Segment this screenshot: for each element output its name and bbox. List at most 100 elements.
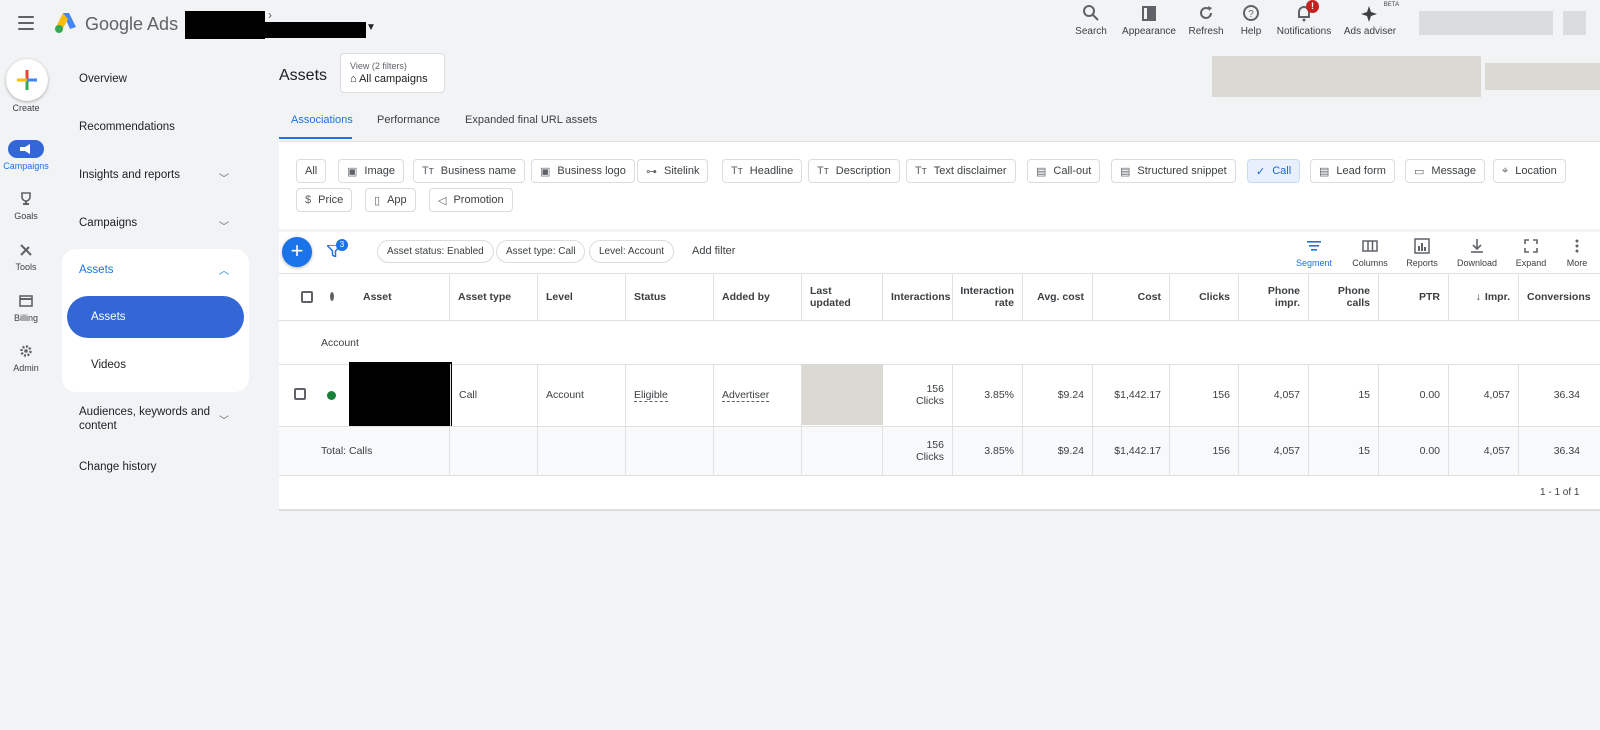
col-avg-cost-label: Avg. cost [1037, 290, 1084, 303]
chip-location[interactable]: ⌖ Location [1493, 159, 1566, 183]
nav-insights[interactable]: Insights and reports [79, 169, 180, 181]
filter-chip-asset-type[interactable]: Asset type: Call [496, 240, 586, 263]
help-button[interactable]: ? Help [1236, 4, 1266, 37]
columns-button[interactable]: Columns [1349, 238, 1391, 268]
col-avg-cost[interactable]: Avg. cost [1023, 273, 1093, 320]
search-button[interactable]: Search [1073, 4, 1109, 37]
chip-headline[interactable]: Tт Headline [722, 159, 803, 183]
filter-chip-asset-status[interactable]: Asset status: Enabled [377, 240, 494, 263]
nav-recommendations[interactable]: Recommendations [79, 121, 175, 133]
account-name-redacted[interactable] [185, 11, 265, 39]
chip-promotion[interactable]: ◁ Promotion [429, 188, 513, 212]
tab-associations[interactable]: Associations [291, 114, 353, 126]
chevron-down-icon[interactable]: ﹀ [219, 170, 229, 185]
segment-icon [1307, 241, 1321, 251]
chip-price[interactable]: $ Price [296, 188, 353, 212]
rail-admin[interactable]: Admin [0, 342, 52, 373]
col-asset[interactable]: Asset [355, 273, 450, 320]
col-conversions[interactable]: Conversions [1519, 273, 1600, 320]
col-ptr[interactable]: PTR [1379, 273, 1449, 320]
chip-sitelink[interactable]: ⊶ Sitelink [637, 159, 709, 183]
chevron-down-icon[interactable]: ﹀ [219, 218, 229, 233]
rail-goals[interactable]: Goals [0, 190, 52, 221]
interactions-value: 156 [926, 383, 944, 395]
image-icon: ▣ [347, 165, 358, 178]
nav-campaigns[interactable]: Campaigns [79, 217, 137, 229]
ads-adviser-button[interactable]: BETA Ads adviser [1343, 2, 1399, 37]
asset-redacted[interactable] [349, 362, 452, 426]
nav-assets-sub-label: Assets [91, 311, 126, 323]
chip-description[interactable]: Tт Description [808, 159, 900, 183]
col-status[interactable]: Status [626, 273, 714, 320]
col-clicks[interactable]: Clicks [1170, 273, 1239, 320]
date-range-redacted[interactable] [1212, 56, 1481, 97]
main-menu-button[interactable] [18, 16, 34, 30]
col-level[interactable]: Level [538, 273, 626, 320]
cell-avg-cost: $9.24 [1023, 364, 1093, 426]
download-button[interactable]: Download [1454, 238, 1500, 268]
chip-business-name[interactable]: Tт Business name [413, 159, 525, 183]
col-added-by[interactable]: Added by [714, 273, 802, 320]
add-asset-button[interactable]: + [282, 237, 312, 267]
document-icon: ▤ [1319, 165, 1330, 178]
cell-interactions: 156 Clicks [883, 364, 953, 426]
col-phone-calls[interactable]: Phone calls [1309, 273, 1379, 320]
cell-ptr: 0.00 [1379, 364, 1449, 426]
header-action-redacted[interactable] [1485, 63, 1600, 90]
col-phone-impr[interactable]: Phone impr. [1239, 273, 1309, 320]
added-by-advertiser[interactable]: Advertiser [722, 389, 770, 402]
view-selector[interactable]: View (2 filters) ⌂ All campaigns [340, 53, 445, 93]
nav-audiences-line1[interactable]: Audiences, keywords and [79, 406, 210, 418]
tab-expanded-final-url[interactable]: Expanded final URL assets [465, 114, 597, 126]
rail-billing-label: Billing [13, 313, 38, 323]
nav-assets[interactable]: Assets [79, 264, 114, 276]
chevron-up-icon[interactable]: ︿ [219, 262, 229, 277]
expand-button[interactable]: Expand [1512, 238, 1550, 268]
nav-audiences-line2[interactable]: content [79, 420, 117, 432]
appearance-button[interactable]: Appearance [1121, 4, 1177, 37]
col-impr[interactable]: ↓ Impr. [1449, 273, 1519, 320]
chevron-down-icon[interactable]: ﹀ [219, 412, 229, 427]
create-button[interactable] [6, 59, 48, 101]
col-interactions[interactable]: Interactions [883, 273, 953, 320]
col-cost[interactable]: Cost [1093, 273, 1170, 320]
chip-app[interactable]: ▯ App [365, 188, 416, 212]
refresh-button[interactable]: Refresh [1188, 4, 1224, 37]
chip-message[interactable]: ▭ Message [1405, 159, 1486, 183]
tab-performance[interactable]: Performance [377, 114, 440, 126]
select-all-checkbox[interactable] [301, 290, 313, 303]
chip-structured-snippet[interactable]: ▤ Structured snippet [1111, 159, 1236, 183]
col-interaction-rate[interactable]: Interaction rate [953, 273, 1023, 320]
more-button[interactable]: More [1562, 238, 1592, 268]
avatar[interactable] [1563, 11, 1586, 35]
account-dropdown-icon[interactable]: ▼ [366, 22, 376, 33]
chip-image[interactable]: ▣ Image [338, 159, 404, 183]
rail-billing[interactable]: Billing [0, 292, 52, 323]
tools-icon [20, 244, 32, 256]
add-filter-button[interactable]: Add filter [692, 245, 735, 257]
nav-videos[interactable]: Videos [91, 359, 126, 371]
beta-badge: BETA [1383, 2, 1399, 8]
col-last-updated[interactable]: Last updated [802, 273, 883, 320]
nav-overview[interactable]: Overview [79, 73, 127, 85]
chip-business-logo[interactable]: ▣ Business logo [531, 159, 635, 183]
col-asset-type[interactable]: Asset type [450, 273, 538, 320]
chip-label: App [387, 194, 407, 206]
filter-chip-level[interactable]: Level: Account [589, 240, 675, 263]
rail-campaigns[interactable]: Campaigns [0, 140, 52, 171]
status-eligible[interactable]: Eligible [634, 389, 668, 402]
chip-call-out[interactable]: ▤ Call-out [1027, 159, 1101, 183]
segment-button[interactable]: Segment [1291, 238, 1337, 268]
chip-lead-form[interactable]: ▤ Lead form [1310, 159, 1395, 183]
chip-call[interactable]: ✓ Call [1247, 159, 1301, 183]
account-id-redacted[interactable] [262, 22, 366, 38]
row-checkbox[interactable] [294, 388, 306, 400]
notifications-button[interactable]: ! Notifications [1276, 0, 1332, 37]
rail-tools[interactable]: Tools [0, 241, 52, 272]
account-info-redacted[interactable] [1419, 11, 1553, 35]
reports-button[interactable]: Reports [1403, 238, 1441, 268]
nav-change-history[interactable]: Change history [79, 461, 156, 473]
chip-all[interactable]: All [296, 159, 327, 183]
col-asset-type-label: Asset type [458, 290, 512, 303]
chip-text-disclaimer[interactable]: Tт Text disclaimer [906, 159, 1016, 183]
